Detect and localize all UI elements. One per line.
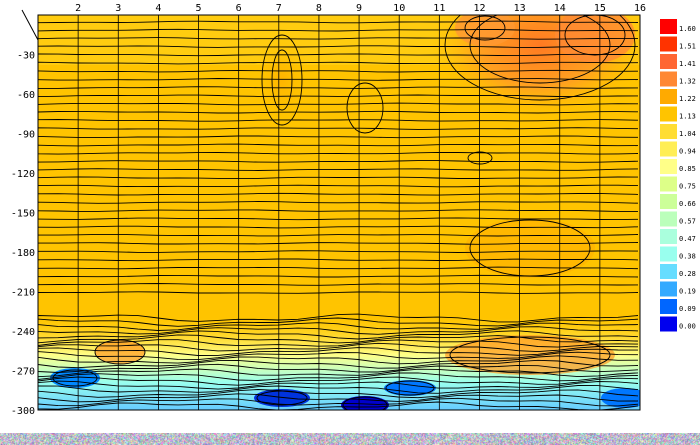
contour-chart: 2 3 4 5 6 7 8 9 10 11 12 13 14 15 16 -30 -60 -90 -120 -150… xyxy=(11,3,696,418)
colorbar-label: 0.28 xyxy=(679,270,696,278)
colorbar-swatch xyxy=(660,106,677,122)
y-tick-labels: -30 -60 -90 -120 -150 -180 -210 -240 -270 -300 xyxy=(11,51,35,418)
corner-diagonal xyxy=(21,9,39,41)
x-tick-label: 3 xyxy=(115,3,121,14)
colorbar-swatch xyxy=(660,54,677,69)
x-tick-label: 9 xyxy=(356,3,362,14)
x-tick-label: 5 xyxy=(196,3,202,14)
colorbar-swatch xyxy=(660,176,677,192)
x-tick-label: 2 xyxy=(75,3,81,14)
x-tick-label: 11 xyxy=(433,3,445,14)
colorbar-label: 0.19 xyxy=(679,288,696,296)
x-tick-labels: 2 3 4 5 6 7 8 9 10 11 12 13 14 15 16 xyxy=(75,3,646,14)
colorbar-swatch xyxy=(660,19,677,34)
x-tick-label: 14 xyxy=(554,3,566,14)
colorbar-label: 0.75 xyxy=(679,183,696,191)
colorbar-swatch xyxy=(660,246,677,262)
y-tick-label: -30 xyxy=(17,51,35,62)
colorbar-swatch xyxy=(660,141,677,157)
colorbar-label: 1.41 xyxy=(679,60,696,68)
x-tick-label: 15 xyxy=(594,3,606,14)
colorbar-swatch xyxy=(660,194,677,209)
y-tick-label: -90 xyxy=(17,130,35,141)
colorbar-swatch xyxy=(660,264,677,279)
colorbar-label: 0.09 xyxy=(679,305,696,313)
colorbar-label: 1.04 xyxy=(679,130,696,138)
x-tick-label: 6 xyxy=(236,3,242,14)
y-tick-label: -270 xyxy=(11,367,35,378)
colorbar-label: 1.13 xyxy=(679,113,696,121)
colorbar-label: 0.57 xyxy=(679,218,696,226)
y-tick-label: -150 xyxy=(11,209,35,220)
x-tick-label: 7 xyxy=(276,3,282,14)
colorbar-swatch xyxy=(660,124,677,139)
colorbar-swatch xyxy=(660,71,677,87)
colorbar-swatch xyxy=(660,211,677,227)
x-tick-label: 16 xyxy=(634,3,646,14)
colorbar-swatch xyxy=(660,159,677,174)
colorbar-swatch xyxy=(660,281,677,297)
cold-spot-10 xyxy=(384,380,436,396)
y-tick-label: -60 xyxy=(17,90,35,101)
colorbar-label: 1.60 xyxy=(679,25,696,33)
y-tick-label: -180 xyxy=(11,248,35,259)
colorbar-swatch xyxy=(660,316,677,332)
colorbar-label: 0.47 xyxy=(679,235,696,243)
x-tick-label: 10 xyxy=(393,3,405,14)
colorbar-label: 0.00 xyxy=(679,323,696,331)
x-tick-label: 13 xyxy=(514,3,526,14)
colorbar-label: 0.85 xyxy=(679,165,696,173)
colorbar-label: 0.94 xyxy=(679,148,696,156)
colorbar-label: 0.66 xyxy=(679,200,696,208)
colorbar-swatch xyxy=(660,299,677,314)
x-tick-label: 4 xyxy=(155,3,161,14)
y-tick-label: -240 xyxy=(11,327,35,338)
plot-area xyxy=(38,15,640,410)
y-tick-label: -210 xyxy=(11,288,35,299)
x-tick-label: 8 xyxy=(316,3,322,14)
colorbar-legend: 1.60 1.51 1.41 1.32 1.22 1.13 1.04 0.94 0.85 0.75… xyxy=(660,19,696,332)
noise-strip xyxy=(0,433,700,445)
colorbar-swatch xyxy=(660,229,677,244)
y-tick-label: -120 xyxy=(11,169,35,180)
y-tick-label: -300 xyxy=(11,406,35,417)
colorbar-swatch xyxy=(660,89,677,104)
colorbar-label: 1.22 xyxy=(679,95,696,103)
colorbar-label: 1.51 xyxy=(679,43,696,51)
colorbar-label: 1.32 xyxy=(679,78,696,86)
x-tick-label: 12 xyxy=(473,3,485,14)
colorbar-swatch xyxy=(660,36,677,52)
colorbar-label: 0.38 xyxy=(679,253,696,261)
